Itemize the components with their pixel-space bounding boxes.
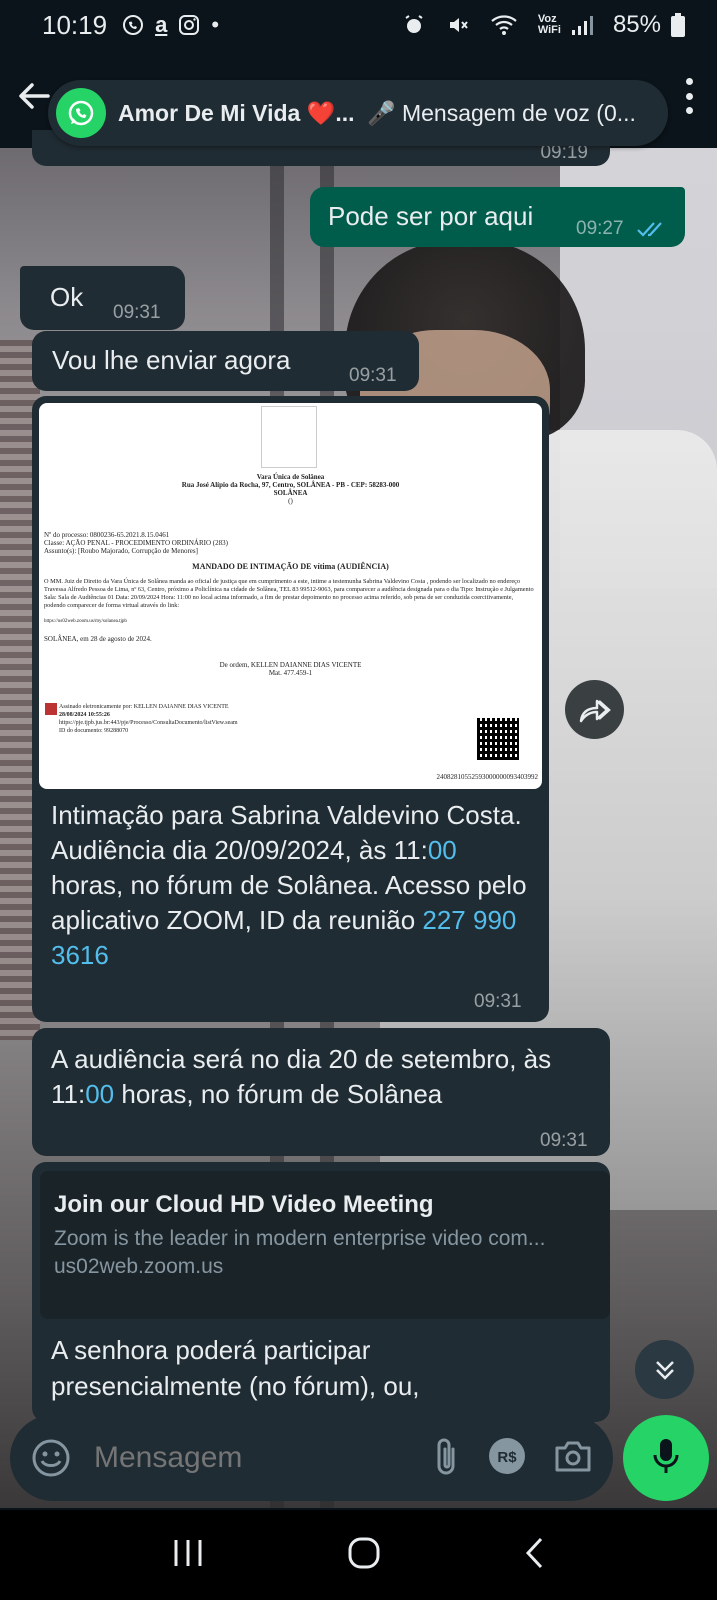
- outgoing-message-bubble[interactable]: Pode ser por aqui 09:27: [310, 187, 685, 247]
- link-preview-description: Zoom is the leader in modern enterprise …: [54, 1227, 546, 1250]
- battery-percent: 85%: [612, 11, 661, 38]
- alarm-icon: [402, 13, 426, 37]
- doc-signed-date: 28/08/2024 10:55:26: [59, 712, 110, 718]
- mute-icon: [446, 13, 470, 37]
- pdf-signature-icon: [45, 703, 57, 715]
- attach-paperclip-icon[interactable]: [431, 1435, 461, 1482]
- doc-barcode-number: 24082810552593000000093403992: [436, 773, 539, 781]
- whatsapp-logo-icon: [56, 88, 106, 138]
- payment-rs-icon[interactable]: R$: [487, 1436, 527, 1481]
- doc-city: SOLÂNEA: [273, 489, 308, 497]
- incoming-message-bubble[interactable]: Ok 09:31: [20, 266, 185, 330]
- caption-time-link[interactable]: 00: [428, 835, 457, 865]
- doc-pje-url: https://pje.tjpb.jus.br:443/pje/Processo…: [59, 720, 238, 726]
- message-time: 09:31: [113, 302, 161, 323]
- voice-record-button[interactable]: [623, 1415, 709, 1501]
- link-preview-card[interactable]: Join our Cloud HD Video Meeting Zoom is …: [40, 1171, 610, 1319]
- message-input[interactable]: [94, 1441, 374, 1475]
- home-icon[interactable]: [347, 1536, 381, 1575]
- doc-order: De ordem, KELLEN DAIANNE DIAS VICENTE: [219, 661, 362, 669]
- message-composer: R$: [10, 1415, 613, 1501]
- more-options-icon[interactable]: [685, 78, 693, 114]
- court-document-image[interactable]: Vara Única de Solânea Rua José Alípio da…: [39, 403, 542, 789]
- message-time: 09:31: [540, 1130, 588, 1151]
- svg-text:R$: R$: [497, 1449, 517, 1466]
- doc-process-number: Nº do processo: 0800236-65.2021.8.15.046…: [44, 531, 170, 539]
- qr-code: [477, 718, 519, 760]
- doc-heading: MANDADO DE INTIMAÇÃO DE vítima (AUDIÊNCI…: [192, 562, 389, 571]
- contact-name: Amor De Mi Vida ❤️...: [118, 99, 355, 126]
- message-time: 09:31: [349, 365, 397, 386]
- forward-button[interactable]: [565, 680, 624, 739]
- doc-subject: Assunto(s): [Roubo Majorado, Corrupção d…: [44, 547, 198, 555]
- time-link[interactable]: 00: [85, 1079, 114, 1109]
- doc-signed-by: Assinado eletronicamente por: KELLEN DAI…: [59, 704, 229, 710]
- incoming-message-bubble[interactable]: Vou lhe enviar agora 09:31: [32, 331, 419, 391]
- read-double-check-icon: [636, 213, 670, 247]
- message-text: Vou lhe enviar agora: [52, 345, 291, 375]
- broken-image-icon: [261, 406, 317, 468]
- back-nav-icon[interactable]: [524, 1536, 546, 1575]
- battery-icon: [671, 13, 685, 37]
- microphone-icon: [651, 1436, 681, 1481]
- message-time: 09:27: [576, 218, 624, 239]
- amazon-notification-icon: a: [155, 12, 168, 37]
- link-preview-title: Join our Cloud HD Video Meeting: [54, 1191, 434, 1218]
- camera-icon[interactable]: [553, 1438, 593, 1479]
- link-preview-url: us02web.zoom.us: [54, 1255, 224, 1278]
- pill-audio-label: 🎤 Mensagem de voz (0...: [366, 99, 636, 126]
- whatsapp-notification-icon: [121, 13, 145, 37]
- doc-body: O MM. Juiz de Direito da Vara Única de S…: [44, 578, 534, 609]
- message-text-part: horas, no fórum de Solânea: [114, 1079, 443, 1109]
- message-text: Ok: [50, 282, 84, 312]
- status-time: 10:19: [42, 9, 108, 40]
- status-bar: 10:19 a • Voz WiFi 85%: [0, 0, 717, 50]
- doc-address: Rua José Alípio da Rocha, 97, Centro, SO…: [181, 481, 400, 489]
- message-text: Pode ser por aqui: [328, 201, 534, 231]
- scroll-to-bottom-button[interactable]: [635, 1340, 694, 1399]
- voz-wifi-label: Voz WiFi: [537, 13, 561, 36]
- more-notifications-dot-icon: •: [211, 12, 220, 37]
- emoji-icon[interactable]: [30, 1437, 72, 1479]
- doc-zero: (): [288, 497, 293, 505]
- doc-court: Vara Única de Solânea: [256, 473, 325, 481]
- recent-apps-icon[interactable]: [172, 1538, 204, 1573]
- message-text: A audiência será no dia 20 de setembro, …: [51, 1042, 596, 1112]
- voice-message-playback-pill[interactable]: Amor De Mi Vida ❤️... 🎤 Mensagem de voz …: [48, 80, 668, 146]
- doc-id: ID do documento: 99288070: [59, 728, 129, 734]
- message-time: 09:31: [474, 991, 522, 1012]
- message-text: A senhora poderá participar presencialme…: [51, 1335, 420, 1401]
- pill-text: Amor De Mi Vida ❤️... 🎤 Mensagem de voz …: [118, 100, 642, 127]
- wifi-icon: [490, 13, 518, 37]
- doc-class: Classe: AÇÃO PENAL - PROCEDIMENTO ORDINÁ…: [44, 539, 228, 547]
- signal-icon: [571, 14, 593, 36]
- instagram-notification-icon: [177, 13, 201, 37]
- doc-date-line: SOLÂNEA, em 28 de agosto de 2024.: [44, 635, 152, 643]
- doc-link: https://us02web.zoom.us/my/solanea.tjpb: [44, 619, 127, 624]
- android-navigation-bar: [0, 1510, 717, 1600]
- doc-mat: Mat. 477.459-1: [268, 669, 313, 677]
- incoming-message-bubble[interactable]: A audiência será no dia 20 de setembro, …: [32, 1028, 610, 1156]
- message-caption: Intimação para Sabrina Valdevino Costa. …: [51, 798, 531, 973]
